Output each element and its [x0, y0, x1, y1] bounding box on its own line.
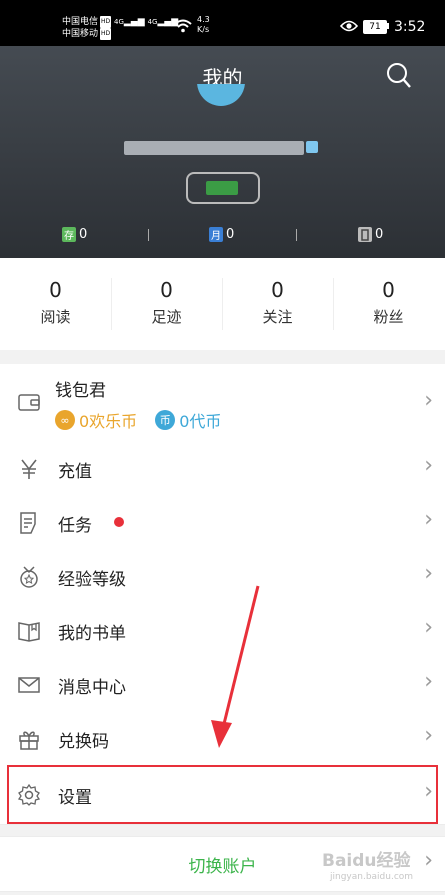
stat-follow[interactable]: 0 关注	[222, 278, 333, 327]
chevron-right-icon: ›	[424, 723, 433, 748]
eye-icon	[340, 20, 358, 32]
wallet-title: 钱包君	[55, 381, 106, 401]
signal-type: 4G	[114, 18, 124, 26]
month-count: 0	[226, 227, 235, 242]
battery-icon: 71	[363, 20, 387, 34]
signal-icon: ▂▄▆	[123, 17, 145, 27]
stats-bar: 0 阅读 0 足迹 0 关注 0 粉丝	[0, 258, 445, 350]
chevron-right-icon: ›	[424, 507, 433, 532]
gift-icon	[19, 731, 39, 750]
stat-value: 0	[160, 278, 173, 302]
menu-item-tasks[interactable]: 任务 ›	[0, 496, 445, 551]
hd-badge: HD	[100, 16, 112, 28]
joy-coin-icon: ∞	[55, 410, 75, 430]
menu-item-label: 消息中心	[58, 678, 126, 698]
verified-icon	[306, 141, 318, 153]
chevron-right-icon: ›	[424, 453, 433, 478]
hd-badge-2: HD	[100, 28, 112, 40]
chevron-right-icon: ›	[424, 669, 433, 694]
yen-icon	[21, 459, 37, 479]
stat-label: 足迹	[151, 308, 182, 326]
stat-read[interactable]: 0 阅读	[0, 278, 111, 327]
menu-item-label: 充值	[58, 462, 92, 482]
carrier-1: 中国电信	[62, 17, 99, 27]
chevron-right-icon: ›	[424, 561, 433, 586]
chevron-right-icon: ›	[424, 388, 433, 413]
menu-item-recharge[interactable]: 充值 ›	[0, 442, 445, 497]
watermark: Baidu经验	[322, 851, 411, 871]
carrier-2: 中国移动	[62, 29, 99, 39]
save-count: 0	[79, 227, 88, 242]
search-icon[interactable]	[386, 62, 412, 90]
wifi-icon	[174, 19, 192, 33]
token-balance: 0代币	[179, 412, 222, 431]
stat-value: 0	[49, 278, 62, 302]
highlight-box	[7, 765, 438, 824]
clock: 3:52	[394, 19, 426, 35]
speed-value: 4.3	[197, 15, 210, 24]
joy-coin-balance: 0欢乐币	[79, 412, 138, 431]
task-icon	[20, 512, 36, 534]
stat-footprint[interactable]: 0 足迹	[111, 278, 222, 327]
menu-item-label: 经验等级	[58, 570, 126, 590]
wallet-row[interactable]: 钱包君 ∞ 0欢乐币 币 0代币 ›	[0, 364, 445, 443]
divider	[148, 229, 149, 241]
chevron-right-icon: ›	[424, 615, 433, 640]
medal-icon	[20, 566, 38, 588]
stat-label: 阅读	[40, 308, 71, 326]
header-stat-save[interactable]: 存 0	[62, 227, 87, 242]
avatar[interactable]	[197, 84, 245, 106]
mail-icon	[18, 677, 40, 693]
divider	[296, 229, 297, 241]
stat-label: 粉丝	[373, 308, 404, 326]
stat-label: 关注	[262, 308, 293, 326]
username-blurred	[124, 141, 304, 155]
chevron-right-icon: ›	[424, 848, 433, 873]
header-stat-ticket[interactable]: 0	[358, 227, 383, 242]
book-icon	[18, 622, 40, 642]
watermark-url: jingyan.baidu.com	[330, 872, 414, 882]
battery-tip	[387, 23, 389, 29]
stat-value: 0	[382, 278, 395, 302]
stat-fans[interactable]: 0 粉丝	[333, 278, 444, 327]
speed-unit: K/s	[197, 25, 210, 34]
wallet-balances: ∞ 0欢乐币 币 0代币	[55, 408, 221, 432]
wallet-icon	[18, 394, 40, 411]
ticket-count: 0	[375, 227, 384, 242]
level-badge[interactable]	[186, 172, 260, 204]
stat-value: 0	[271, 278, 284, 302]
save-icon: 存	[62, 227, 76, 242]
menu-item-label: 任务	[58, 516, 92, 536]
ticket-icon	[358, 227, 372, 242]
signal-type-2: 4G	[147, 18, 158, 26]
network-speed: 4.3 K/s	[197, 15, 210, 35]
status-bar: 中国电信 HD 4G▂▄▆ 4G▂▄▆ 中国移动 HD 4.3 K/s 71 3:5…	[0, 0, 445, 46]
token-icon: 币	[155, 410, 176, 430]
header-stat-month[interactable]: 月 0	[209, 227, 234, 242]
month-icon: 月	[209, 227, 223, 242]
notification-dot	[114, 517, 124, 527]
menu-item-label: 我的书单	[58, 624, 126, 644]
carrier-info: 中国电信 HD 4G▂▄▆ 4G▂▄▆ 中国移动 HD	[62, 16, 178, 40]
menu-item-label: 兑换码	[58, 732, 109, 752]
annotation-arrow	[211, 585, 260, 748]
